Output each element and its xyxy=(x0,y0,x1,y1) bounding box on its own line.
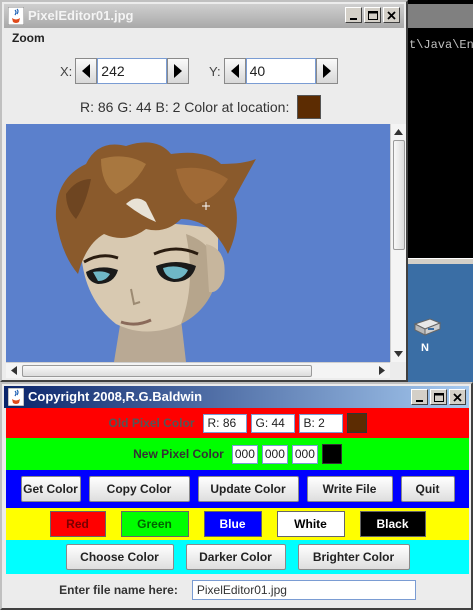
minimize-button[interactable] xyxy=(345,7,362,23)
horizontal-scrollbar[interactable] xyxy=(6,362,390,378)
location-color-swatch xyxy=(297,95,322,119)
scroll-left-arrow[interactable] xyxy=(6,363,21,378)
close-button[interactable] xyxy=(383,7,400,23)
old-blue-field[interactable]: B: 2 xyxy=(298,413,343,433)
darker-color-button[interactable]: Darker Color xyxy=(185,544,286,570)
y-coordinate-control: Y: 40 xyxy=(209,56,338,86)
black-color-button[interactable]: Black xyxy=(359,511,426,537)
y-input[interactable]: 40 xyxy=(245,58,316,84)
update-color-button[interactable]: Update Color xyxy=(197,476,299,502)
y-label: Y: xyxy=(209,63,221,79)
right-arrow-icon xyxy=(322,64,331,78)
file-name-row: Enter file name here: PixelEditor01.jpg xyxy=(6,574,469,606)
file-name-input[interactable]: PixelEditor01.jpg xyxy=(191,580,416,600)
minimize-icon xyxy=(350,17,357,20)
brighter-color-button[interactable]: Brighter Color xyxy=(297,544,410,570)
new-pixel-row: New Pixel Color 000 000 000 xyxy=(6,438,469,470)
x-label: X: xyxy=(60,63,73,79)
scroll-corner xyxy=(390,362,406,378)
menu-bar: Zoom xyxy=(4,28,404,48)
left-arrow-icon xyxy=(10,366,17,375)
up-arrow-icon xyxy=(394,128,403,135)
control-window: Copyright 2008,R.G.Baldwin Old Pixel Col… xyxy=(0,382,473,610)
close-button[interactable] xyxy=(449,389,466,405)
vertical-scrollbar[interactable] xyxy=(390,124,406,362)
x-decrement-button[interactable] xyxy=(75,58,98,84)
old-red-field[interactable]: R: 86 xyxy=(202,413,247,433)
new-red-field[interactable]: 000 xyxy=(231,444,258,464)
right-arrow-icon xyxy=(174,64,183,78)
pixel-rgb-text: R: 86 G: 44 B: 2 Color at location: xyxy=(80,99,290,115)
pixel-editor-window: PixelEditor01.jpg Zoom X: 242 Y: 40 R: 8… xyxy=(0,0,408,382)
scroll-right-arrow[interactable] xyxy=(374,363,389,378)
left-arrow-icon xyxy=(230,64,239,78)
scroll-up-arrow[interactable] xyxy=(391,124,406,139)
maximize-icon xyxy=(367,10,378,20)
right-arrow-icon xyxy=(378,366,385,375)
close-icon xyxy=(387,10,396,20)
action-button-row: Get Color Copy Color Update Color Write … xyxy=(6,470,469,508)
left-arrow-icon xyxy=(82,64,91,78)
x-increment-button[interactable] xyxy=(167,58,190,84)
new-color-swatch xyxy=(321,444,342,464)
editor-titlebar[interactable]: PixelEditor01.jpg xyxy=(4,4,404,28)
image-canvas[interactable] xyxy=(6,124,390,362)
minimize-button[interactable] xyxy=(411,389,428,405)
x-coordinate-control: X: 242 xyxy=(60,56,190,86)
maximize-button[interactable] xyxy=(364,7,381,23)
blue-color-button[interactable]: Blue xyxy=(203,511,262,537)
y-decrement-button[interactable] xyxy=(223,58,246,84)
old-pixel-label: Old Pixel Color xyxy=(108,416,195,430)
file-name-label: Enter file name here: xyxy=(59,583,178,597)
vertical-scroll-thumb[interactable] xyxy=(393,140,405,250)
terminal-titlebar xyxy=(405,4,473,28)
new-blue-field[interactable]: 000 xyxy=(291,444,318,464)
control-title: Copyright 2008,R.G.Baldwin xyxy=(28,389,203,404)
pixel-info-row: R: 86 G: 44 B: 2 Color at location: xyxy=(80,95,322,119)
minimize-icon xyxy=(416,399,423,402)
maximize-icon xyxy=(433,392,444,402)
editor-title: PixelEditor01.jpg xyxy=(28,8,134,23)
scroll-down-arrow[interactable] xyxy=(391,346,406,361)
control-titlebar[interactable]: Copyright 2008,R.G.Baldwin xyxy=(4,386,469,408)
terminal-text: t\Java\En xyxy=(409,38,473,52)
color-button-row: Red Green Blue White Black xyxy=(6,508,469,540)
white-color-button[interactable]: White xyxy=(276,511,345,537)
java-cup-icon xyxy=(7,6,25,26)
copy-color-button[interactable]: Copy Color xyxy=(88,476,190,502)
adjust-button-row: Choose Color Darker Color Brighter Color xyxy=(6,540,469,574)
desktop-icon-label: N xyxy=(421,342,429,354)
old-color-swatch xyxy=(346,413,367,433)
terminal-window: t\Java\En xyxy=(405,0,473,262)
desktop-drive-icon[interactable] xyxy=(412,316,442,338)
x-input[interactable]: 242 xyxy=(97,58,168,84)
red-color-button[interactable]: Red xyxy=(49,511,106,537)
down-arrow-icon xyxy=(394,350,403,357)
quit-button[interactable]: Quit xyxy=(400,476,455,502)
old-green-field[interactable]: G: 44 xyxy=(250,413,295,433)
get-color-button[interactable]: Get Color xyxy=(20,476,81,502)
terminal-body: t\Java\En xyxy=(405,28,473,260)
y-increment-button[interactable] xyxy=(315,58,338,84)
maximize-button[interactable] xyxy=(430,389,447,405)
close-icon xyxy=(453,392,462,402)
write-file-button[interactable]: Write File xyxy=(306,476,393,502)
choose-color-button[interactable]: Choose Color xyxy=(65,544,174,570)
new-green-field[interactable]: 000 xyxy=(261,444,288,464)
menu-zoom[interactable]: Zoom xyxy=(12,31,45,45)
anime-portrait-image xyxy=(6,124,390,362)
java-cup-icon xyxy=(7,387,25,407)
green-color-button[interactable]: Green xyxy=(120,511,189,537)
new-pixel-label: New Pixel Color xyxy=(133,447,224,461)
old-pixel-row: Old Pixel Color R: 86 G: 44 B: 2 xyxy=(6,408,469,438)
horizontal-scroll-thumb[interactable] xyxy=(22,365,312,377)
